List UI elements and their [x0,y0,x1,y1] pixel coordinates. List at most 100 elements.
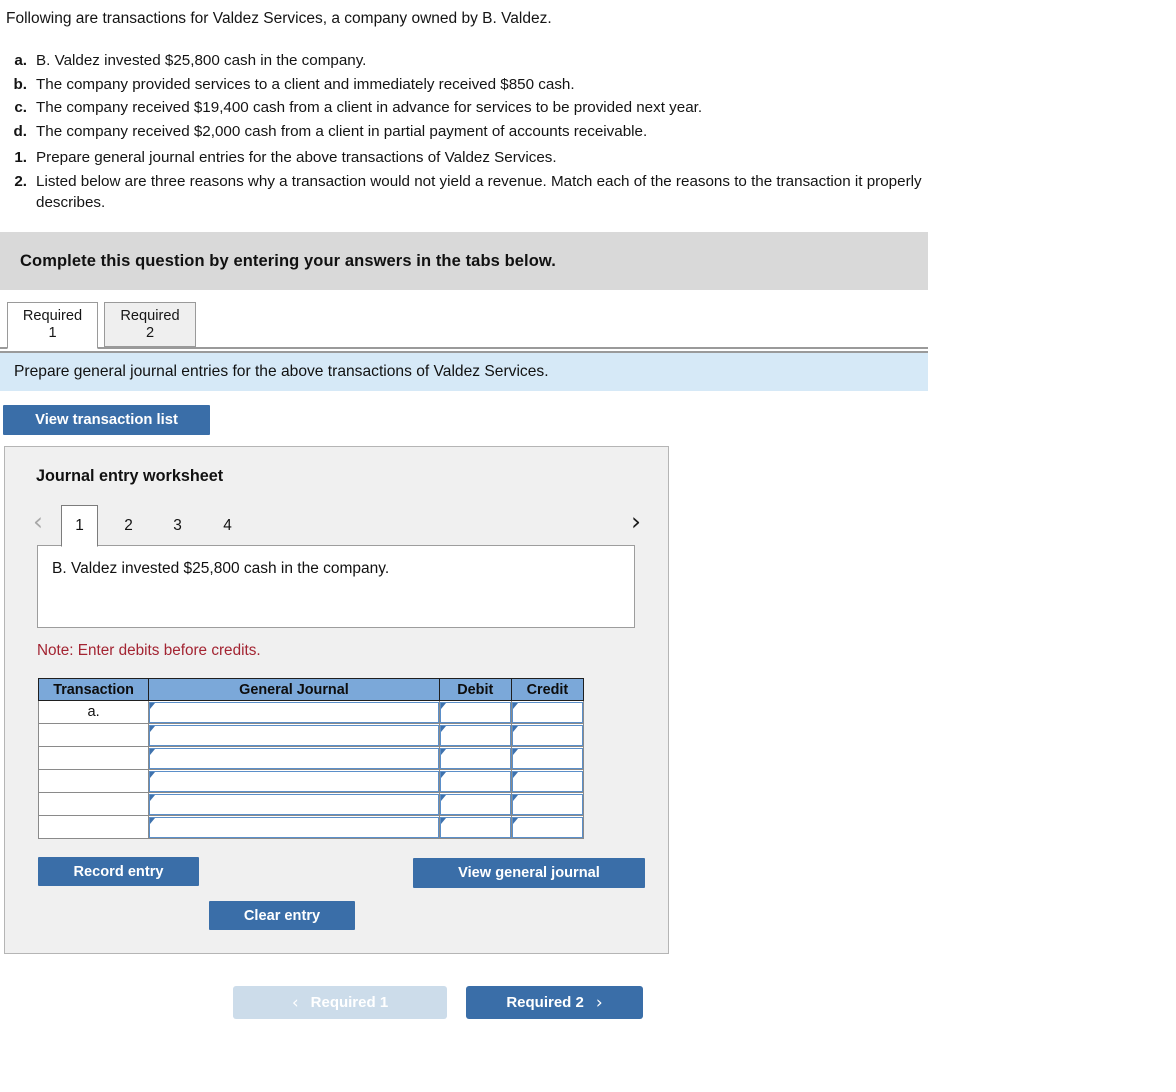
list-item-text: Listed below are three reasons why a tra… [36,172,922,212]
nav-next-required-2-button[interactable]: Required 2 › [466,986,643,1019]
cell-transaction [37,769,150,793]
list-item-text: The company received $19,400 cash from a… [36,99,703,116]
list-item: a. B. Valdez invested $25,800 cash in th… [6,50,946,72]
debit-input[interactable] [439,770,511,792]
debit-input[interactable] [439,724,511,746]
table-row [37,769,585,793]
requirements-list: 1. Prepare general journal entries for t… [6,147,936,216]
tab-required-1-line1: Required [22,308,83,324]
cell-debit[interactable] [438,746,512,770]
chevron-right-icon: › [595,992,603,1013]
credit-input[interactable] [511,770,583,792]
list-item-text: B. Valdez invested $25,800 cash in the c… [36,52,367,69]
general-journal-input[interactable] [149,724,439,746]
tab-required-1-line2: 1 [48,325,57,341]
worksheet-pager: ‹ 1 2 3 4 › [33,505,643,547]
column-header-debit: Debit [438,678,512,701]
worksheet-page-4[interactable]: 4 [209,505,246,545]
cell-credit[interactable] [510,700,585,724]
credit-input[interactable] [511,701,583,723]
list-item: 2. Listed below are three reasons why a … [6,171,936,214]
cell-general-journal[interactable] [148,700,440,724]
cell-credit[interactable] [510,769,585,793]
record-entry-button[interactable]: Record entry [38,857,199,886]
column-header-transaction: Transaction [37,678,150,701]
credit-input[interactable] [511,793,583,815]
view-general-journal-button[interactable]: View general journal [413,858,645,888]
column-header-credit: Credit [510,678,585,701]
credit-input[interactable] [511,816,583,838]
worksheet-page-3[interactable]: 3 [159,505,196,545]
journal-entry-worksheet-panel: Journal entry worksheet ‹ 1 2 3 4 › B. V… [4,446,669,954]
general-journal-input[interactable] [149,770,439,792]
general-journal-input[interactable] [149,701,439,723]
nav-previous-label: Required 1 [310,994,389,1011]
tab-required-1[interactable]: Required 1 [7,302,98,349]
list-item: 1. Prepare general journal entries for t… [6,147,936,169]
cell-transaction [37,746,150,770]
table-row [37,792,585,816]
cell-credit[interactable] [510,815,585,839]
cell-debit[interactable] [438,815,512,839]
complete-question-banner-label: Complete this question by entering your … [20,251,556,270]
table-header-row: Transaction General Journal Debit Credit [37,678,585,701]
cell-general-journal[interactable] [148,769,440,793]
cell-debit[interactable] [438,792,512,816]
credit-input[interactable] [511,724,583,746]
chevron-left-icon: ‹ [291,992,299,1013]
list-item-text: The company received $2,000 cash from a … [36,122,648,140]
cell-credit[interactable] [510,746,585,770]
cell-credit[interactable] [510,723,585,747]
table-row [37,746,585,770]
list-item-text: Prepare general journal entries for the … [36,149,557,166]
cell-debit[interactable] [438,769,512,793]
cell-debit[interactable] [438,700,512,724]
general-journal-input[interactable] [149,747,439,769]
list-item-marker: 2. [14,172,27,190]
complete-question-banner: Complete this question by entering your … [0,232,928,290]
list-item-marker: b. [13,75,28,93]
credit-input[interactable] [511,747,583,769]
general-journal-input[interactable] [149,793,439,815]
tab-required-2[interactable]: Required 2 [104,302,196,347]
pager-prev-chevron-icon[interactable]: ‹ [33,507,43,537]
cell-general-journal[interactable] [148,746,440,770]
list-item-marker: a. [14,52,27,69]
transaction-list: a. B. Valdez invested $25,800 cash in th… [6,50,946,144]
debit-input[interactable] [439,701,511,723]
list-item-marker: c. [14,99,27,116]
pager-next-chevron-icon[interactable]: › [631,507,641,537]
intro-text: Following are transactions for Valdez Se… [6,10,552,27]
cell-general-journal[interactable] [148,815,440,839]
tab-rail [0,347,928,349]
transaction-description-text: B. Valdez invested $25,800 cash in the c… [52,560,390,577]
journal-entry-table: Transaction General Journal Debit Credit… [37,678,585,839]
question-page: Following are transactions for Valdez Se… [0,0,1176,1092]
list-item: b. The company provided services to a cl… [6,74,946,96]
cell-general-journal[interactable] [148,723,440,747]
debits-before-credits-note: Note: Enter debits before credits. [37,642,261,659]
worksheet-page-1[interactable]: 1 [61,505,98,547]
cell-transaction [37,815,150,839]
cell-credit[interactable] [510,792,585,816]
debit-input[interactable] [439,793,511,815]
requirement-instruction-bar: Prepare general journal entries for the … [0,351,928,391]
worksheet-page-2[interactable]: 2 [110,505,147,545]
worksheet-title: Journal entry worksheet [36,467,224,485]
transaction-description-box: B. Valdez invested $25,800 cash in the c… [37,545,635,628]
general-journal-input[interactable] [149,816,439,838]
nav-previous-required-1-button[interactable]: ‹ Required 1 [233,986,447,1019]
cell-debit[interactable] [438,723,512,747]
table-row [37,815,585,839]
list-item: d. The company received $2,000 cash from… [6,121,946,143]
view-transaction-list-button[interactable]: View transaction list [3,405,210,435]
debit-input[interactable] [439,747,511,769]
table-row [37,723,585,747]
table-row: a. [37,700,585,724]
clear-entry-button[interactable]: Clear entry [209,901,355,930]
cell-general-journal[interactable] [148,792,440,816]
debit-input[interactable] [439,816,511,838]
nav-next-label: Required 2 [506,994,584,1011]
cell-transaction: a. [37,700,150,724]
column-header-general-journal: General Journal [148,678,440,701]
